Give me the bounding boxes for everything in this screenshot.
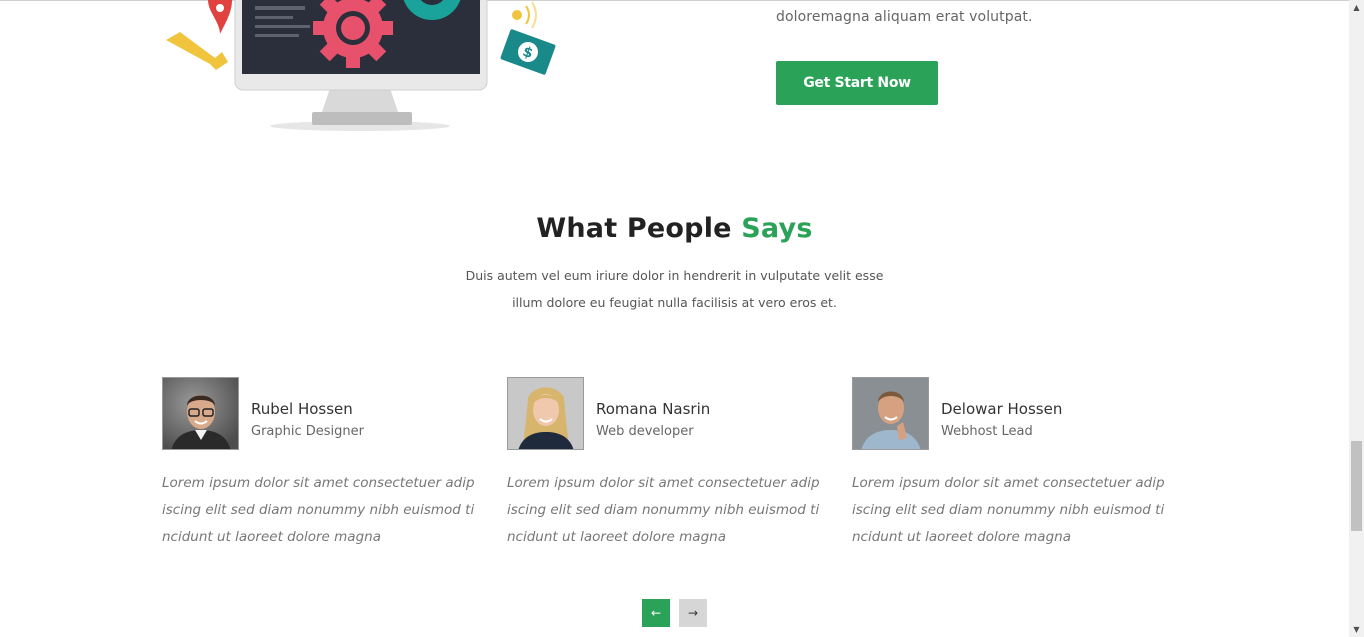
quote-line: iscing elit sed diam nonummy nibh euismo… <box>507 502 820 518</box>
scroll-down-arrow-icon[interactable]: ▼ <box>1349 622 1364 637</box>
title-main: What People <box>536 213 732 244</box>
subtitle-line: Duis autem vel eum iriure dolor in hendr… <box>465 268 884 283</box>
testimonial-quote: Lorem ipsum dolor sit amet consectetuer … <box>162 470 477 551</box>
testimonial-quote: Lorem ipsum dolor sit amet consectetuer … <box>507 470 822 551</box>
scrollbar-thumb[interactable] <box>1351 441 1362 531</box>
monitor-gears-illustration: $ <box>160 0 570 140</box>
quote-line: Lorem ipsum dolor sit amet consectetuer … <box>507 475 820 491</box>
testimonial-quote: Lorem ipsum dolor sit amet consectetuer … <box>852 470 1167 551</box>
testimonial-role: Webhost Lead <box>941 424 1033 439</box>
get-start-button[interactable]: Get Start Now <box>776 61 938 105</box>
arrow-right-icon: → <box>687 606 699 620</box>
quote-line: iscing elit sed diam nonummy nibh euismo… <box>162 502 475 518</box>
testimonial-name: Rubel Hossen <box>251 400 353 418</box>
avatar <box>852 377 929 450</box>
testimonial-role: Graphic Designer <box>251 424 364 439</box>
quote-line: Lorem ipsum dolor sit amet consectetuer … <box>852 475 1165 491</box>
scroll-up-arrow-icon[interactable]: ▲ <box>1349 0 1364 15</box>
page-scrollbar[interactable]: ▲ ▼ <box>1349 0 1364 637</box>
quote-line: Lorem ipsum dolor sit amet consectetuer … <box>162 475 475 491</box>
carousel-next-button[interactable]: → <box>679 599 707 627</box>
arrow-left-icon: ← <box>650 606 662 620</box>
carousel-prev-button[interactable]: ← <box>642 599 670 627</box>
testimonials-title: What People Says <box>0 213 1349 244</box>
testimonial-name: Delowar Hossen <box>941 400 1063 418</box>
hero-description: doloremagna aliquam erat volutpat. <box>776 9 1033 25</box>
avatar <box>507 377 584 450</box>
quote-line: ncidunt ut laoreet dolore magna <box>507 529 726 545</box>
testimonial-name: Romana Nasrin <box>596 400 711 418</box>
avatar <box>162 377 239 450</box>
quote-line: iscing elit sed diam nonummy nibh euismo… <box>852 502 1165 518</box>
quote-line: ncidunt ut laoreet dolore magna <box>162 529 381 545</box>
title-accent: Says <box>741 213 813 244</box>
testimonials-subtitle: Duis autem vel eum iriure dolor in hendr… <box>0 262 1349 316</box>
subtitle-line: illum dolore eu feugiat nulla facilisis … <box>512 295 837 310</box>
testimonial-role: Web developer <box>596 424 694 439</box>
quote-line: ncidunt ut laoreet dolore magna <box>852 529 1071 545</box>
